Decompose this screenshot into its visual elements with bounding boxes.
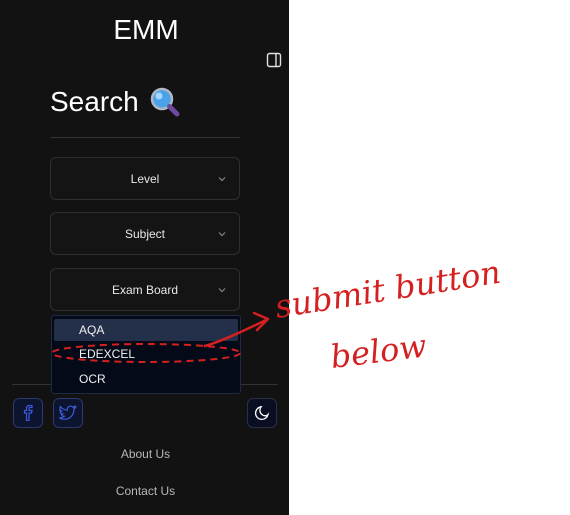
about-us-link[interactable]: About Us [0,447,289,461]
annotation-line2: below [328,326,428,375]
exam-board-dropdown: AQA EDEXCEL OCR [51,315,241,394]
search-title-text: Search [50,86,139,117]
sidebar: EMM Search Level Subject Exam Board Abou… [0,0,289,515]
chevron-down-icon [218,231,226,236]
moon-icon [254,405,270,421]
exam-board-select-label: Exam Board [111,282,179,297]
sidebar-toggle-icon[interactable] [266,52,282,68]
search-heading: Search [50,86,181,118]
magnifying-glass-icon [149,86,181,118]
brand-title[interactable]: EMM [0,14,289,46]
chevron-down-icon [218,176,226,181]
search-divider [50,137,240,138]
annotation-line1: submit button [272,253,503,326]
level-select-label: Level [130,171,160,186]
option-ocr[interactable]: OCR [52,366,240,391]
twitter-button[interactable] [53,398,83,428]
contact-us-link[interactable]: Contact Us [0,484,289,498]
facebook-icon [23,405,33,421]
subject-select-label: Subject [124,226,166,241]
subject-select[interactable]: Subject [50,212,240,255]
chevron-down-icon [218,287,226,292]
facebook-button[interactable] [13,398,43,428]
exam-board-select[interactable]: Exam Board [50,268,240,311]
option-aqa[interactable]: AQA [54,319,238,341]
level-select[interactable]: Level [50,157,240,200]
option-edexcel[interactable]: EDEXCEL [52,341,240,366]
theme-toggle-button[interactable] [247,398,277,428]
twitter-icon [59,405,77,420]
